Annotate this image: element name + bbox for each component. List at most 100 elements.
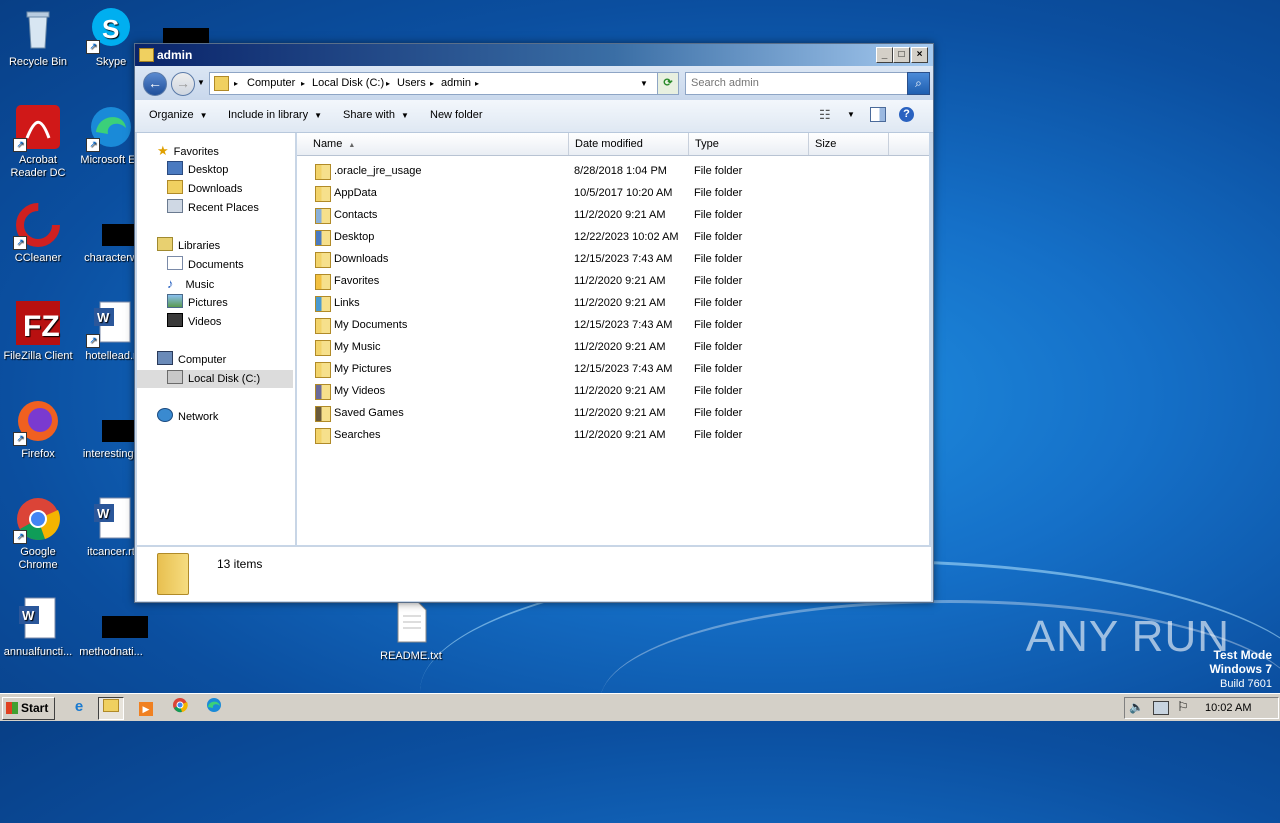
breadcrumb-separator-icon[interactable]: ▸ — [386, 79, 390, 88]
action-center-flag-icon[interactable]: ⚐ — [1177, 699, 1189, 715]
folder-icon — [315, 318, 331, 334]
back-button[interactable]: ← — [143, 72, 167, 96]
nav-libraries[interactable]: Libraries — [157, 237, 220, 255]
desktop-icon-label: Acrobat Reader DC — [10, 154, 66, 179]
clock[interactable]: 10:02 AM — [1205, 702, 1251, 714]
edge-taskbar-icon[interactable] — [202, 697, 226, 718]
network-tray-icon[interactable] — [1153, 701, 1169, 715]
breadcrumb-separator-icon[interactable]: ▸ — [475, 79, 479, 88]
text-file-icon — [388, 600, 434, 646]
column-header-date[interactable]: Date modified — [569, 133, 689, 155]
title-bar[interactable]: admin _ □ × — [135, 44, 933, 66]
start-button[interactable]: Start — [2, 697, 55, 720]
desktop-icon-filezilla[interactable]: FZ FileZilla Client — [0, 300, 76, 363]
svg-text:FZ: FZ — [23, 310, 60, 343]
file-row[interactable]: My Documents 12/15/2023 7:43 AM File folde… — [297, 315, 929, 337]
firefox-icon: ↗ — [13, 398, 61, 446]
file-row[interactable]: My Videos 11/2/2020 9:21 AM File folder — [297, 381, 929, 403]
file-row[interactable]: Downloads 12/15/2023 7:43 AM File folder — [297, 249, 929, 271]
file-name: AppData — [334, 187, 377, 199]
breadcrumb-separator-icon[interactable]: ▸ — [430, 79, 434, 88]
volume-icon[interactable]: 🔈 — [1129, 700, 1144, 714]
desktop-icon-recycle-bin[interactable]: Recycle Bin — [0, 6, 76, 69]
navigation-pane[interactable]: ★ Favorites Desktop Downloads Recent Plac… — [137, 133, 296, 545]
breadcrumb-separator-icon[interactable]: ▸ — [234, 79, 238, 88]
file-list[interactable]: Name ▲ Date modified Type Size .oracle_jr… — [297, 133, 929, 545]
breadcrumb-users[interactable]: Users — [397, 77, 426, 89]
nav-pictures[interactable]: Pictures — [167, 294, 228, 312]
word-document-icon: W ↗ — [86, 300, 134, 348]
desktop-icon-readme[interactable]: README.txt — [373, 600, 449, 663]
desktop-icon-chrome[interactable]: ↗ Google Chrome — [0, 496, 76, 572]
nav-label: Recent Places — [188, 202, 259, 214]
nav-network[interactable]: Network — [157, 408, 218, 426]
breadcrumb-computer[interactable]: Computer — [247, 77, 295, 89]
search-input[interactable] — [686, 73, 901, 92]
media-player-icon[interactable]: ▶ — [134, 697, 158, 718]
maximize-button[interactable]: □ — [893, 47, 910, 63]
file-row[interactable]: Desktop 12/22/2023 10:02 AM File folder — [297, 227, 929, 249]
file-explorer-taskbar-icon[interactable] — [98, 697, 124, 720]
nav-local-disk[interactable]: Local Disk (C:) — [137, 370, 293, 388]
file-date-modified: 12/15/2023 7:43 AM — [574, 319, 673, 331]
preview-pane-icon[interactable] — [870, 107, 886, 122]
desktop-icon-acrobat[interactable]: ↗ Acrobat Reader DC — [0, 104, 76, 180]
desktop-icon-annualfuncti[interactable]: W annualfuncti... — [0, 596, 76, 659]
nav-documents[interactable]: Documents — [167, 256, 244, 274]
file-row[interactable]: Links 11/2/2020 9:21 AM File folder — [297, 293, 929, 315]
view-chevron-down-icon[interactable]: ▼ — [847, 110, 855, 119]
new-folder-button[interactable]: New folder — [430, 109, 483, 121]
word-document-icon: W — [15, 596, 61, 642]
search-icon[interactable]: ⌕ — [907, 72, 930, 95]
organize-button[interactable]: Organize ▼ — [149, 109, 208, 121]
column-header-name[interactable]: Name ▲ — [297, 133, 569, 155]
file-row[interactable]: Contacts 11/2/2020 9:21 AM File folder — [297, 205, 929, 227]
file-date-modified: 10/5/2017 10:20 AM — [574, 187, 673, 199]
address-history-chevron-icon[interactable]: ▼ — [640, 79, 648, 88]
minimize-button[interactable]: _ — [876, 47, 893, 63]
folder-icon — [315, 230, 331, 246]
nav-videos[interactable]: Videos — [167, 313, 221, 331]
nav-favorites[interactable]: ★ Favorites — [157, 142, 219, 160]
address-bar[interactable]: ▸ Computer ▸ Local Disk (C:) ▸ Users ▸ a… — [209, 72, 658, 95]
recent-pages-chevron-icon[interactable]: ▼ — [197, 78, 205, 87]
breadcrumb-separator-icon[interactable]: ▸ — [301, 79, 305, 88]
file-row[interactable]: My Pictures 12/15/2023 7:43 AM File folder — [297, 359, 929, 381]
share-with-button[interactable]: Share with ▼ — [343, 109, 409, 121]
nav-recent-places[interactable]: Recent Places — [167, 199, 259, 217]
view-options-icon[interactable]: ☷ — [819, 107, 831, 123]
nav-music[interactable]: ♪ Music — [167, 275, 214, 293]
nav-desktop[interactable]: Desktop — [167, 161, 228, 179]
breadcrumb-local-disk[interactable]: Local Disk (C:) — [312, 77, 384, 89]
desktop-icon-firefox[interactable]: ↗ Firefox — [0, 398, 76, 461]
search-field[interactable] — [685, 72, 909, 95]
file-row[interactable]: .oracle_jre_usage 8/28/2018 1:04 PM File f… — [297, 161, 929, 183]
help-icon[interactable]: ? — [899, 107, 914, 122]
file-row[interactable]: Saved Games 11/2/2020 9:21 AM File folder — [297, 403, 929, 425]
nav-label: Pictures — [188, 297, 228, 309]
refresh-icon[interactable]: ⟳ — [657, 72, 679, 95]
close-button[interactable]: × — [911, 47, 928, 63]
include-in-library-button[interactable]: Include in library ▼ — [228, 109, 322, 121]
windows-version-label: Windows 7 — [1209, 662, 1272, 676]
internet-explorer-icon[interactable]: e — [67, 697, 91, 718]
nav-downloads[interactable]: Downloads — [167, 180, 242, 198]
explorer-window[interactable]: admin _ □ × ← → ▼ ▸ Computer ▸ Local Dis… — [134, 43, 934, 603]
breadcrumb-admin[interactable]: admin — [441, 77, 471, 89]
chrome-taskbar-icon[interactable] — [168, 697, 192, 718]
file-row[interactable]: My Music 11/2/2020 9:21 AM File folder — [297, 337, 929, 359]
nav-computer[interactable]: Computer — [157, 351, 226, 369]
file-name: My Documents — [334, 319, 408, 331]
file-row[interactable]: AppData 10/5/2017 10:20 AM File folder — [297, 183, 929, 205]
file-date-modified: 11/2/2020 9:21 AM — [574, 341, 666, 353]
column-header-type[interactable]: Type — [689, 133, 809, 155]
desktop-icon-methodnati[interactable]: methodnati... — [73, 596, 149, 659]
forward-button[interactable]: → — [171, 72, 195, 96]
desktop-icon-ccleaner[interactable]: ↗ CCleaner — [0, 202, 76, 265]
file-row[interactable]: Favorites 11/2/2020 9:21 AM File folder — [297, 271, 929, 293]
svg-text:W: W — [97, 506, 110, 521]
file-name: Searches — [334, 429, 381, 441]
file-date-modified: 11/2/2020 9:21 AM — [574, 297, 666, 309]
file-row[interactable]: Searches 11/2/2020 9:21 AM File folder — [297, 425, 929, 447]
column-header-size[interactable]: Size — [809, 133, 889, 155]
